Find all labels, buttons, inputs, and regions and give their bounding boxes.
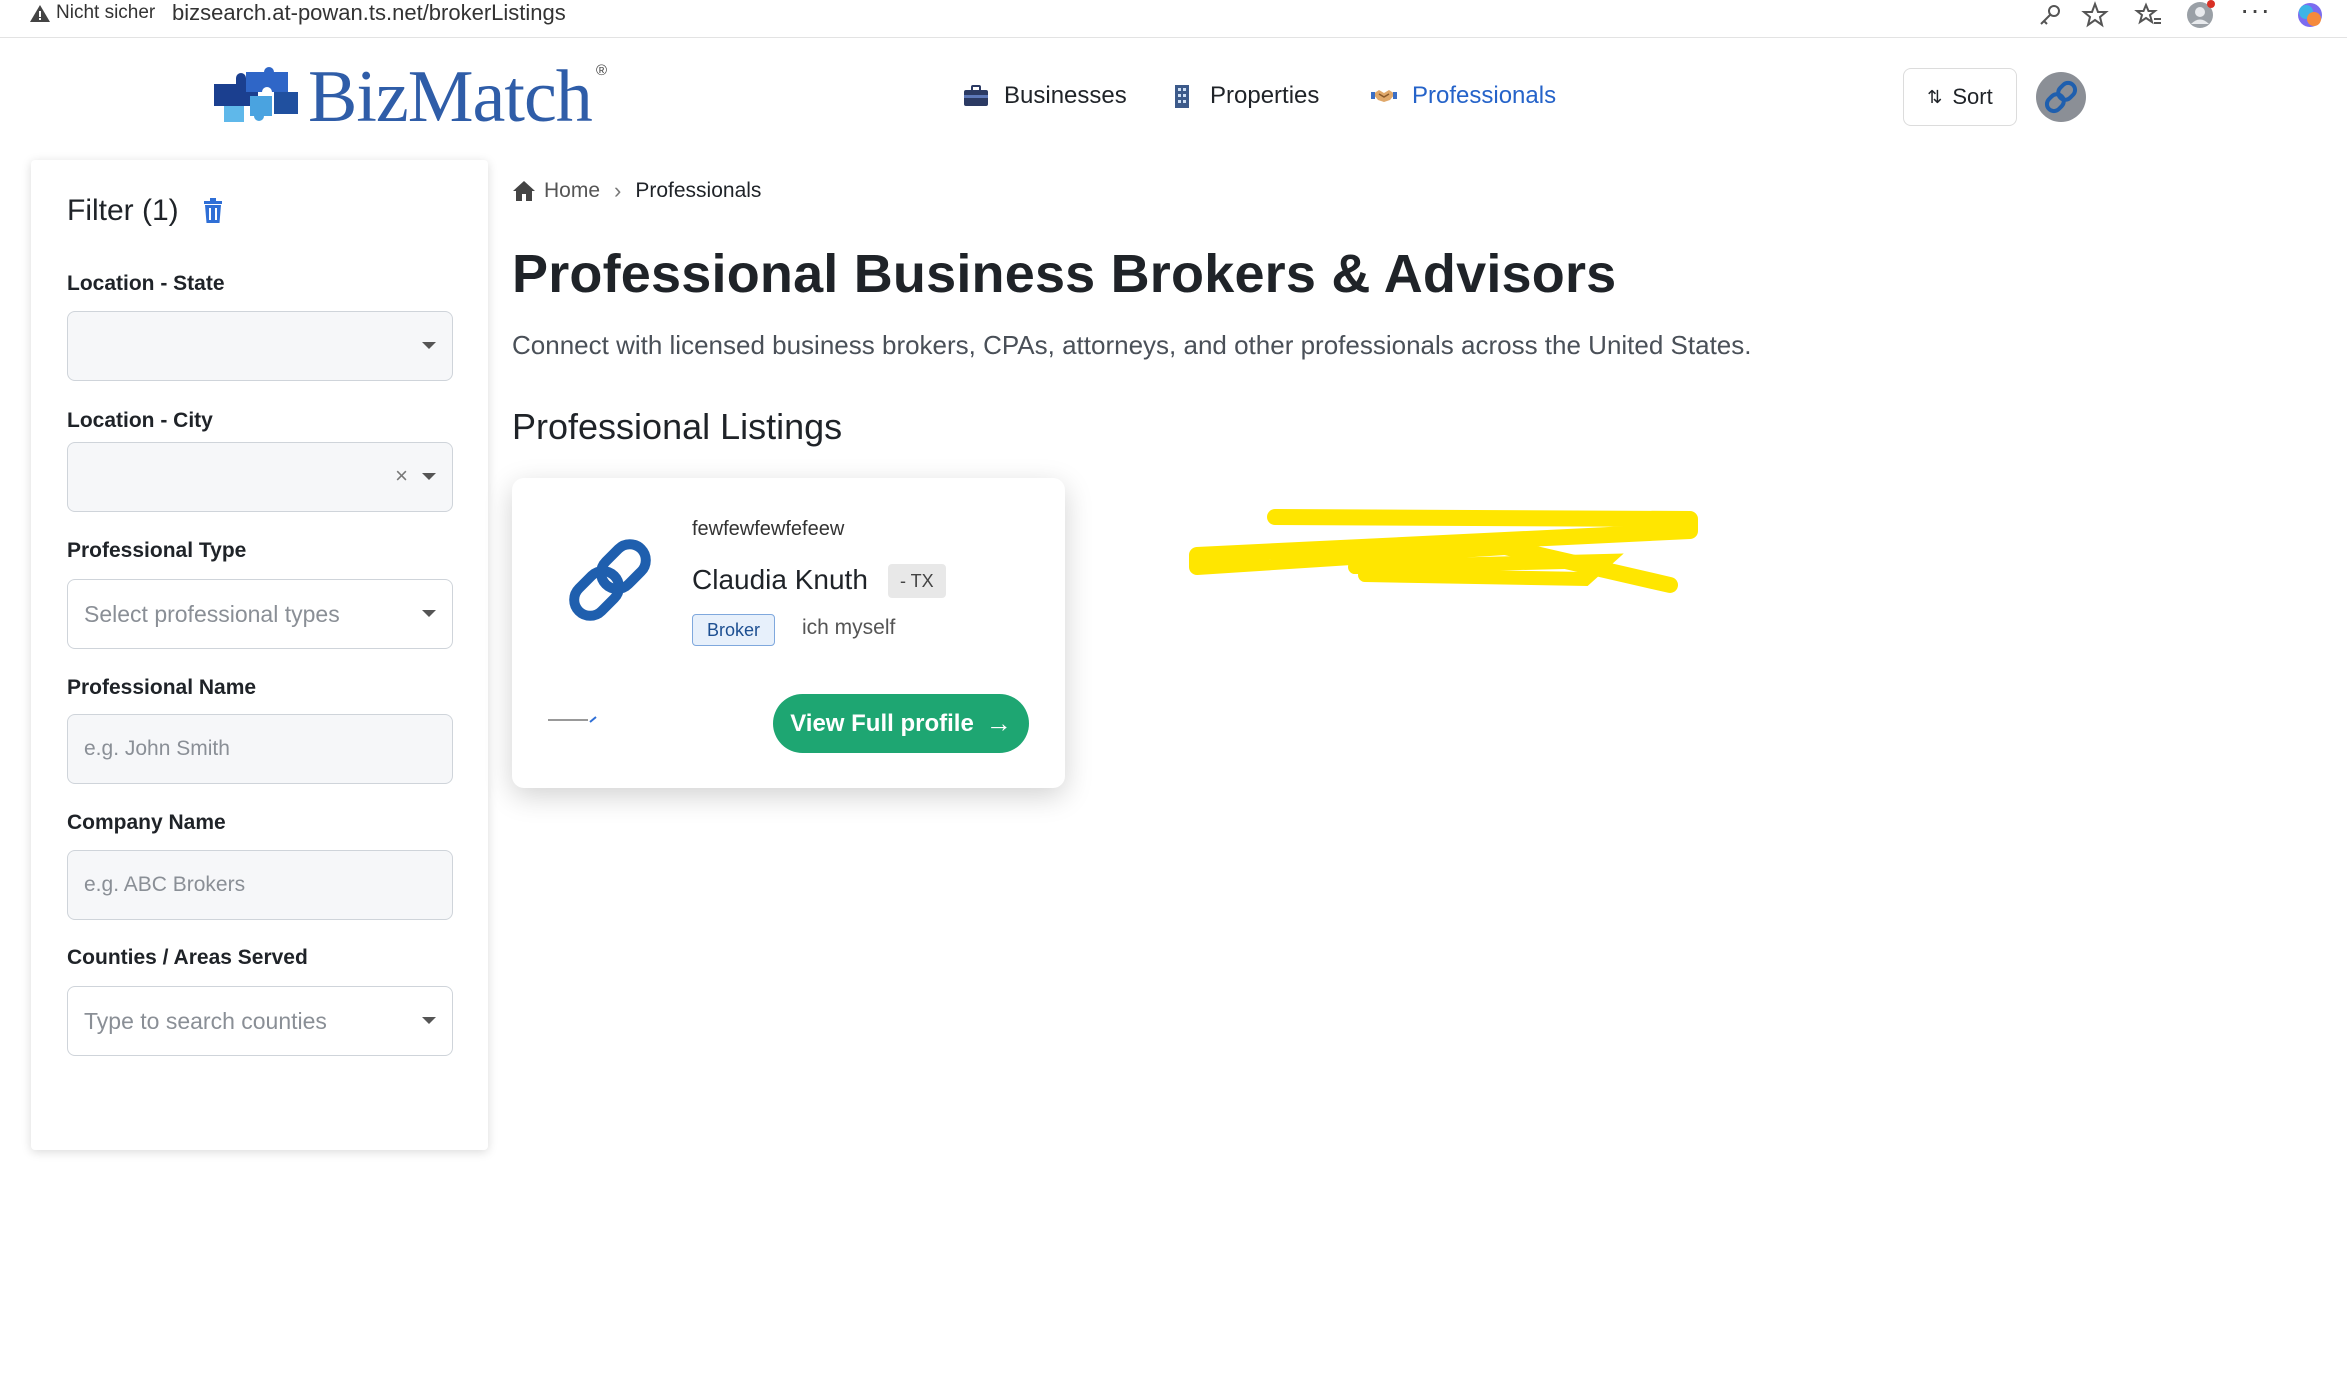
puzzle-logo-icon <box>214 67 298 122</box>
counties-placeholder: Type to search counties <box>84 1007 327 1034</box>
arrow-right-icon: → <box>985 708 1012 738</box>
warning-icon <box>30 5 50 22</box>
view-profile-button[interactable]: View Full profile → <box>773 694 1029 753</box>
professional-name-placeholder: e.g. John Smith <box>84 737 230 760</box>
handshake-icon <box>1371 90 1397 102</box>
state-badge: - TX <box>888 564 946 598</box>
nav-properties[interactable]: Properties <box>1168 80 1319 112</box>
professional-name-input[interactable]: e.g. John Smith <box>67 714 453 784</box>
nav-properties-label: Properties <box>1210 82 1320 109</box>
breadcrumb-home[interactable]: Home <box>544 179 600 203</box>
security-status[interactable]: Nicht sicher <box>56 2 155 24</box>
filter-panel: Filter (1) Location - State Location - C… <box>31 160 488 1150</box>
home-icon <box>513 181 535 201</box>
nav-businesses-label: Businesses <box>1004 82 1127 109</box>
page-title: Professional Business Brokers & Advisors <box>512 244 1617 304</box>
professional-name-label: Professional Name <box>67 676 257 699</box>
professional-type-select[interactable]: Select professional types <box>67 579 453 649</box>
sort-icon: ⇅ <box>1927 86 1943 107</box>
favorites-icon[interactable] <box>2133 0 2163 30</box>
briefcase-icon <box>964 85 988 106</box>
more-menu-button[interactable]: ··· <box>2240 0 2271 26</box>
company-name: fewfewfewfefeew <box>692 518 845 540</box>
registered-mark: ® <box>596 62 608 79</box>
logo-text: BizMatch <box>308 56 593 138</box>
chevron-down-icon <box>422 610 436 617</box>
company-name-placeholder: e.g. ABC Brokers <box>84 873 246 896</box>
professional-description: ich myself <box>802 616 896 639</box>
copilot-icon[interactable] <box>2295 0 2325 30</box>
chain-link-avatar-icon <box>2044 80 2078 114</box>
chevron-down-icon <box>422 342 436 349</box>
state-select[interactable] <box>67 311 453 381</box>
company-name-input[interactable]: e.g. ABC Brokers <box>67 850 453 920</box>
trash-icon[interactable] <box>201 198 225 224</box>
chevron-down-icon <box>422 1017 436 1024</box>
redaction-scribble <box>1189 509 1698 593</box>
company-name-label: Company Name <box>67 811 226 834</box>
chain-link-icon <box>569 539 651 621</box>
address-bar[interactable]: bizsearch.at-powan.ts.net/brokerListings <box>172 0 566 26</box>
professional-card[interactable]: fewfewfewfefeew Claudia Knuth - TX Broke… <box>512 478 1065 788</box>
type-badge: Broker <box>692 614 776 646</box>
clear-icon[interactable]: × <box>395 463 408 489</box>
city-label: Location - City <box>67 409 213 432</box>
user-avatar[interactable] <box>2036 72 2086 122</box>
city-select[interactable]: × <box>67 442 453 512</box>
nav-businesses[interactable]: Businesses <box>962 80 1127 112</box>
breadcrumb-current: Professionals <box>635 179 762 202</box>
profile-icon[interactable] <box>2185 0 2215 30</box>
professional-type-placeholder: Select professional types <box>84 600 340 627</box>
chevron-right-icon: › <box>614 178 622 203</box>
chevron-down-icon <box>422 473 436 480</box>
view-profile-label: View Full profile <box>790 709 974 737</box>
nav-professionals-label: Professionals <box>1412 82 1557 109</box>
professional-type-label: Professional Type <box>67 539 247 562</box>
company-logo-icon <box>548 716 597 723</box>
professional-name: Claudia Knuth <box>692 564 868 595</box>
section-title: Professional Listings <box>512 406 843 447</box>
key-icon[interactable] <box>2035 0 2065 30</box>
sort-button[interactable]: ⇅ Sort <box>1903 68 2017 126</box>
browser-toolbar: Nicht sicher bizsearch.at-powan.ts.net/b… <box>0 0 2347 38</box>
counties-select[interactable]: Type to search counties <box>67 986 453 1056</box>
star-icon[interactable] <box>2080 0 2110 30</box>
bizmatch-logo[interactable]: BizMatch ® <box>210 60 620 134</box>
state-label: Location - State <box>67 272 225 295</box>
nav-professionals[interactable]: Professionals <box>1370 80 1556 112</box>
filter-header: Filter (1) <box>67 194 225 228</box>
counties-label: Counties / Areas Served <box>67 946 308 969</box>
breadcrumb: Home › Professionals <box>512 178 761 204</box>
sort-label: Sort <box>1952 84 1993 109</box>
filter-title: Filter (1) <box>67 194 179 227</box>
building-icon <box>1175 85 1189 108</box>
page-subtitle: Connect with licensed business brokers, … <box>512 330 1752 360</box>
